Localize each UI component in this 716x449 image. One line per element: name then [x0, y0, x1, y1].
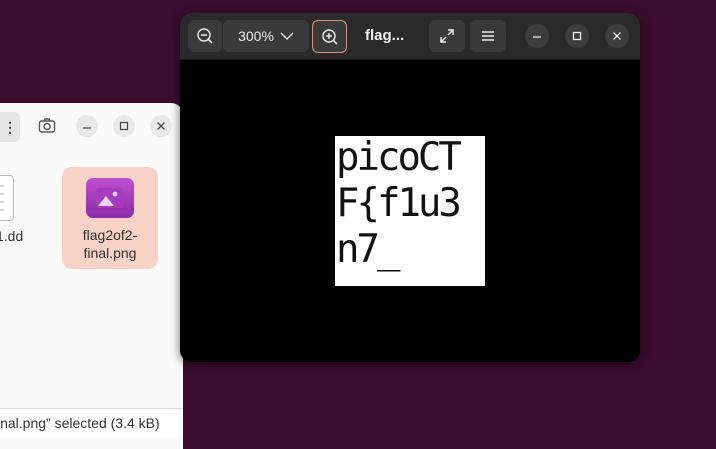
viewer-close-button[interactable] [605, 24, 629, 48]
status-bar: inal.png” selected (3.4 kB) [0, 408, 183, 437]
menu-button[interactable]: ⋮ [0, 112, 20, 142]
image-viewer-window: 300% flag... picoCT F{f1u3 n7_ [180, 13, 640, 362]
zoom-in-button[interactable] [312, 20, 347, 53]
viewer-title: flag... [365, 27, 405, 44]
close-icon [157, 122, 165, 130]
vertical-ellipsis-icon: ⋮ [3, 118, 17, 135]
displayed-image: picoCT F{f1u3 n7_ [335, 136, 485, 286]
fullscreen-button[interactable] [429, 20, 465, 52]
zoom-in-icon [321, 28, 338, 45]
maximize-icon [119, 121, 129, 131]
main-menu-button[interactable] [470, 20, 506, 52]
maximize-icon [572, 31, 582, 41]
viewer-minimize-button[interactable] [525, 24, 549, 48]
fullscreen-icon [440, 29, 454, 43]
file-manager-window: ⋮ 1.dd [0, 103, 183, 449]
document-icon[interactable] [0, 175, 14, 221]
image-text-line: n7_ [336, 227, 400, 272]
status-text: inal.png” selected (3.4 kB) [0, 415, 160, 431]
image-canvas[interactable]: picoCT F{f1u3 n7_ [180, 60, 640, 362]
image-text-line: picoCT [336, 136, 462, 180]
close-icon [613, 32, 621, 40]
close-button[interactable] [150, 115, 172, 137]
camera-search-icon [38, 118, 56, 133]
hamburger-menu-icon [482, 31, 494, 41]
file-label[interactable]: 1.dd [0, 228, 23, 244]
viewer-header: 300% flag... [180, 13, 640, 60]
image-text-line: F{f1u3 [336, 181, 462, 226]
maximize-button[interactable] [113, 115, 135, 137]
file-manager-header: ⋮ [0, 103, 183, 149]
image-file-icon [86, 178, 134, 218]
file-label: flag2of2- final.png [82, 227, 138, 261]
minimize-icon [83, 127, 91, 129]
zoom-level-value: 300% [238, 28, 274, 44]
chevron-down-icon [280, 32, 294, 40]
zoom-level-dropdown[interactable]: 300% [223, 20, 309, 52]
search-button[interactable] [36, 115, 58, 137]
zoom-out-icon [197, 28, 213, 44]
viewer-maximize-button[interactable] [565, 24, 589, 48]
minimize-icon [533, 36, 541, 38]
zoom-out-button[interactable] [188, 20, 222, 52]
minimize-button[interactable] [76, 115, 98, 137]
selected-file-item[interactable]: flag2of2- final.png [62, 167, 158, 269]
